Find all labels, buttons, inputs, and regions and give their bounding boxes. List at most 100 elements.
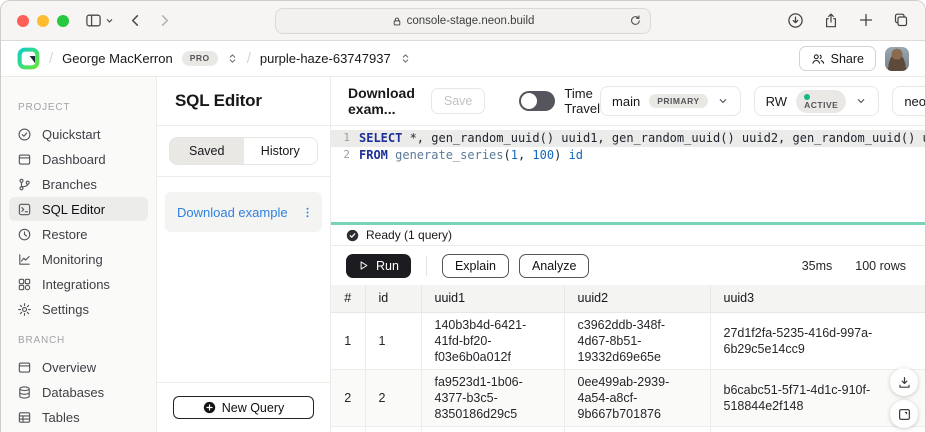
- sidebar-item-label: Overview: [42, 360, 96, 375]
- project-selector-icon[interactable]: [400, 52, 411, 65]
- code-editor[interactable]: 1 SELECT *, gen_random_uuid() uuid1, gen…: [331, 126, 925, 222]
- share-icon[interactable]: [823, 12, 839, 29]
- sidebar-item-tables[interactable]: Tables: [9, 405, 148, 429]
- sidebar-item-label: Dashboard: [42, 152, 106, 167]
- compute-select[interactable]: RW ACTIVE: [754, 86, 880, 116]
- share-button[interactable]: Share: [799, 46, 876, 71]
- query-tabs: Saved History: [157, 126, 330, 177]
- status-text: Ready (1 query): [366, 228, 452, 242]
- sidebar-toggle-button[interactable]: [85, 12, 114, 29]
- table-row[interactable]: 1 1 140b3b4d-6421-41fd-bf20-f03e6b0a012f…: [331, 312, 925, 369]
- results-table: # id uuid1 uuid2 uuid3 1 1 140b3b4d-6421…: [331, 285, 925, 432]
- sql-editor-main: Download exam... Save Time Travel main P…: [331, 77, 925, 432]
- expand-results-button[interactable]: [890, 400, 918, 428]
- people-icon: [811, 52, 825, 66]
- page-title: SQL Editor: [157, 77, 330, 126]
- project-sidebar: PROJECT Quickstart Dashboard Branches SQ…: [1, 77, 157, 432]
- code-line: 2 FROM generate_series(1, 100) id: [331, 147, 925, 164]
- query-title: Download exam...: [348, 85, 415, 117]
- close-window-button[interactable]: [17, 15, 29, 27]
- org-selector-icon[interactable]: [227, 52, 238, 65]
- history-clock-icon: [17, 227, 32, 242]
- new-query-button[interactable]: New Query: [173, 396, 314, 419]
- download-results-button[interactable]: [890, 368, 918, 396]
- minimize-window-button[interactable]: [37, 15, 49, 27]
- branch-select[interactable]: main PRIMARY: [600, 86, 741, 116]
- cell-uuid1: 68ccbcca-7715-4266-b6c5-9f7a14ea6e5e: [421, 426, 564, 432]
- tab-history[interactable]: History: [244, 138, 318, 164]
- downloads-icon[interactable]: [787, 12, 804, 29]
- new-tab-icon[interactable]: [858, 12, 874, 29]
- column-header[interactable]: uuid3: [710, 285, 925, 312]
- line-number: 2: [331, 147, 359, 164]
- tab-overview-icon[interactable]: [893, 12, 909, 29]
- database-select[interactable]: neondb: [892, 86, 926, 116]
- primary-badge: PRIMARY: [649, 94, 707, 109]
- sql-editor-icon: [17, 202, 32, 217]
- run-button[interactable]: Run: [346, 254, 411, 278]
- sidebar-item-label: Settings: [42, 302, 89, 317]
- org-plan-badge: PRO: [182, 51, 218, 66]
- cell-uuid2: c38f2ad9-de40-4266-a918-ae947c732ed0: [564, 426, 710, 432]
- sidebar-item-overview[interactable]: Overview: [9, 355, 148, 379]
- cell-row-number: 3: [331, 426, 365, 432]
- sidebar-item-quickstart[interactable]: Quickstart: [9, 122, 148, 146]
- sidebar-item-branches[interactable]: Branches: [9, 172, 148, 196]
- breadcrumb-org[interactable]: George MacKerron: [62, 51, 173, 66]
- column-header[interactable]: #: [331, 285, 365, 312]
- sidebar-item-dashboard[interactable]: Dashboard: [9, 147, 148, 171]
- sidebar-item-integrations[interactable]: Integrations: [9, 272, 148, 296]
- back-button[interactable]: [128, 13, 143, 28]
- browser-chrome: console-stage.neon.build: [1, 1, 925, 41]
- time-travel-toggle[interactable]: [519, 91, 555, 111]
- check-circle-icon: [17, 127, 32, 142]
- active-status-dot: [804, 94, 810, 100]
- saved-queries-list: Download example: [157, 177, 330, 382]
- sidebar-item-databases[interactable]: Databases: [9, 380, 148, 404]
- sidebar-item-label: Restore: [42, 227, 88, 242]
- code-text: SELECT *, gen_random_uuid() uuid1, gen_r…: [359, 130, 925, 147]
- play-icon: [358, 260, 369, 271]
- neon-logo[interactable]: [17, 47, 40, 70]
- saved-history-segmented-control: Saved History: [169, 137, 318, 165]
- sidebar-item-label: Integrations: [42, 277, 110, 292]
- kebab-menu-icon[interactable]: [301, 206, 314, 219]
- time-travel-label: Time Travel: [564, 86, 600, 116]
- cell-uuid2: c3962ddb-348f-4d67-8b51-19332d69e65e: [564, 312, 710, 369]
- run-label: Run: [376, 259, 399, 273]
- forward-button[interactable]: [157, 13, 172, 28]
- url-text: console-stage.neon.build: [407, 15, 535, 27]
- analyze-button[interactable]: Analyze: [519, 254, 589, 278]
- column-header[interactable]: uuid1: [421, 285, 564, 312]
- cell-row-number: 1: [331, 312, 365, 369]
- integrations-grid-icon: [17, 277, 32, 292]
- sidebar-item-settings[interactable]: Settings: [9, 297, 148, 321]
- tab-saved[interactable]: Saved: [170, 138, 244, 164]
- save-button[interactable]: Save: [431, 88, 486, 114]
- sidebar-item-monitoring[interactable]: Monitoring: [9, 247, 148, 271]
- active-badge: ACTIVE: [796, 90, 846, 113]
- saved-query-item[interactable]: Download example: [165, 192, 322, 232]
- reload-icon[interactable]: [629, 14, 642, 27]
- breadcrumb-project[interactable]: purple-haze-63747937: [260, 51, 391, 66]
- sidebar-item-restore[interactable]: Restore: [9, 222, 148, 246]
- zoom-window-button[interactable]: [57, 15, 69, 27]
- user-avatar[interactable]: [885, 47, 909, 71]
- compute-select-value: RW: [766, 94, 787, 109]
- panel-footer: New Query: [157, 382, 330, 432]
- table-row[interactable]: 2 2 fa9523d1-1b06-4377-b3c5-8350186d29c5…: [331, 369, 925, 426]
- table-row[interactable]: 3 3 68ccbcca-7715-4266-b6c5-9f7a14ea6e5e…: [331, 426, 925, 432]
- toggle-knob: [521, 93, 537, 109]
- window-icon: [17, 152, 32, 167]
- chevron-down-icon: [105, 16, 114, 25]
- browser-window: console-stage.neon.build: [0, 0, 926, 432]
- column-header[interactable]: id: [365, 285, 421, 312]
- status-check-icon: [346, 229, 359, 242]
- sidebar-item-sql-editor[interactable]: SQL Editor: [9, 197, 148, 221]
- address-bar[interactable]: console-stage.neon.build: [275, 8, 651, 34]
- sidebar-item-label: Quickstart: [42, 127, 101, 142]
- column-header[interactable]: uuid2: [564, 285, 710, 312]
- explain-button[interactable]: Explain: [442, 254, 509, 278]
- gear-icon: [17, 302, 32, 317]
- sidebar-item-label: Databases: [42, 385, 104, 400]
